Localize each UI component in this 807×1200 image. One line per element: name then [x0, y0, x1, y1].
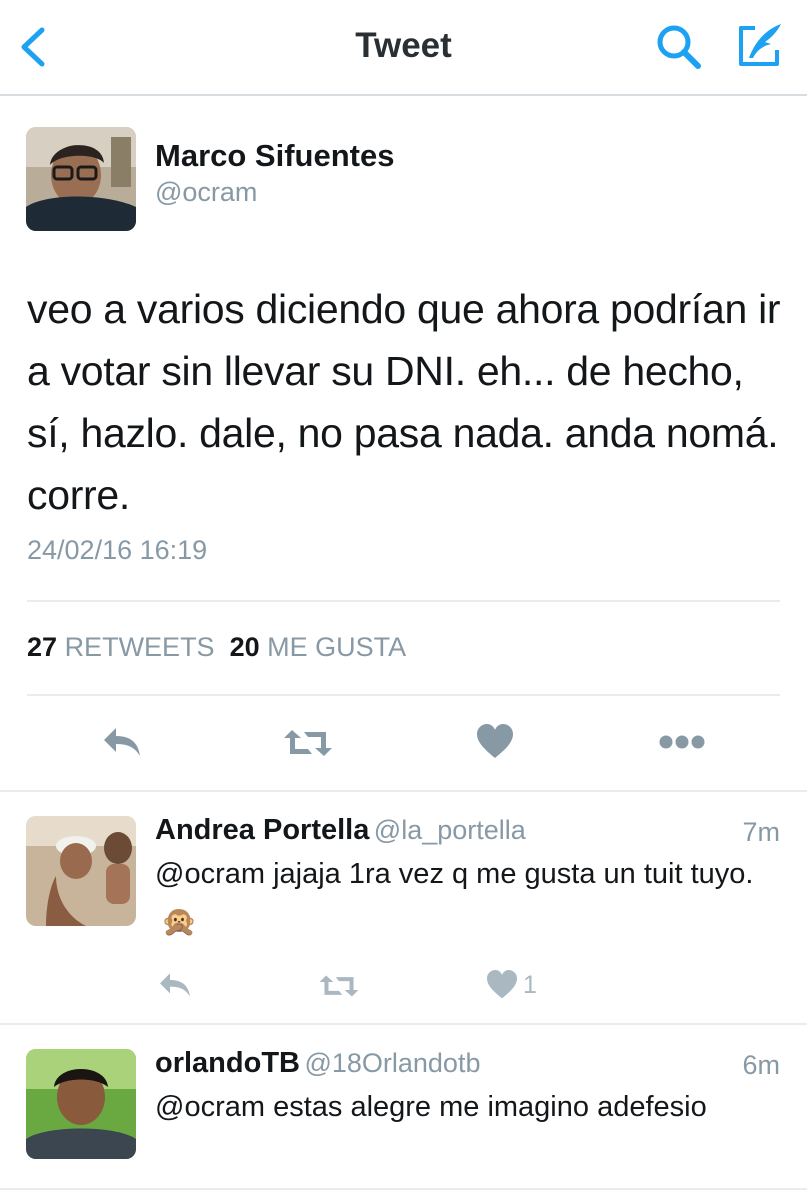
avatar[interactable] — [26, 1049, 136, 1159]
reply-text: @ocram jajaja 1ra vez q me gusta un tuit… — [155, 850, 785, 946]
monkey-emoji: 🙊 — [161, 906, 198, 938]
reply-time: 6m — [742, 1050, 780, 1080]
search-icon[interactable] — [652, 20, 706, 74]
retweet-icon[interactable] — [282, 726, 334, 760]
likes-count[interactable]: 20 — [230, 632, 260, 662]
author-name[interactable]: Marco Sifuentes — [155, 138, 394, 174]
tweet-text: veo a varios diciendo que ahora podrían … — [27, 286, 781, 518]
reply-header: Andrea Portella @la_portella — [155, 814, 780, 847]
divider — [0, 790, 807, 792]
retweet-icon[interactable] — [318, 972, 360, 1005]
avatar[interactable] — [26, 816, 136, 926]
divider — [27, 694, 780, 696]
tweet-timestamp: 24/02/16 16:19 — [27, 535, 208, 565]
reply-text-body: @ocram jajaja 1ra vez q me gusta un tuit… — [155, 858, 754, 890]
likes-label[interactable]: ME GUSTA — [267, 632, 406, 662]
divider — [27, 600, 780, 602]
reply-header: orlandoTB @18Orlandotb — [155, 1047, 780, 1080]
avatar[interactable] — [26, 127, 136, 231]
compose-icon[interactable] — [735, 20, 785, 70]
reply-author-name[interactable]: Andrea Portella — [155, 814, 369, 846]
reply-author-handle[interactable]: @la_portella — [374, 815, 526, 845]
author-handle[interactable]: @ocram — [155, 177, 257, 208]
reply-author-name[interactable]: orlandoTB — [155, 1047, 300, 1079]
reply-time: 7m — [742, 817, 780, 847]
retweets-count[interactable]: 27 — [27, 632, 57, 662]
reply-text: @ocram estas alegre me imagino adefesio — [155, 1091, 707, 1123]
retweets-label[interactable]: RETWEETS — [65, 632, 215, 662]
reply-author-handle[interactable]: @18Orlandotb — [304, 1048, 480, 1078]
like-icon[interactable] — [476, 724, 514, 760]
divider — [0, 1023, 807, 1025]
reply-icon[interactable] — [158, 970, 192, 1005]
like-icon[interactable] — [486, 970, 518, 1005]
divider — [0, 1188, 807, 1190]
more-icon[interactable] — [658, 734, 706, 750]
like-count: 1 — [523, 971, 537, 999]
reply-icon[interactable] — [102, 724, 142, 760]
tweet-stats: 27 RETWEETS 20 ME GUSTA — [27, 632, 406, 663]
